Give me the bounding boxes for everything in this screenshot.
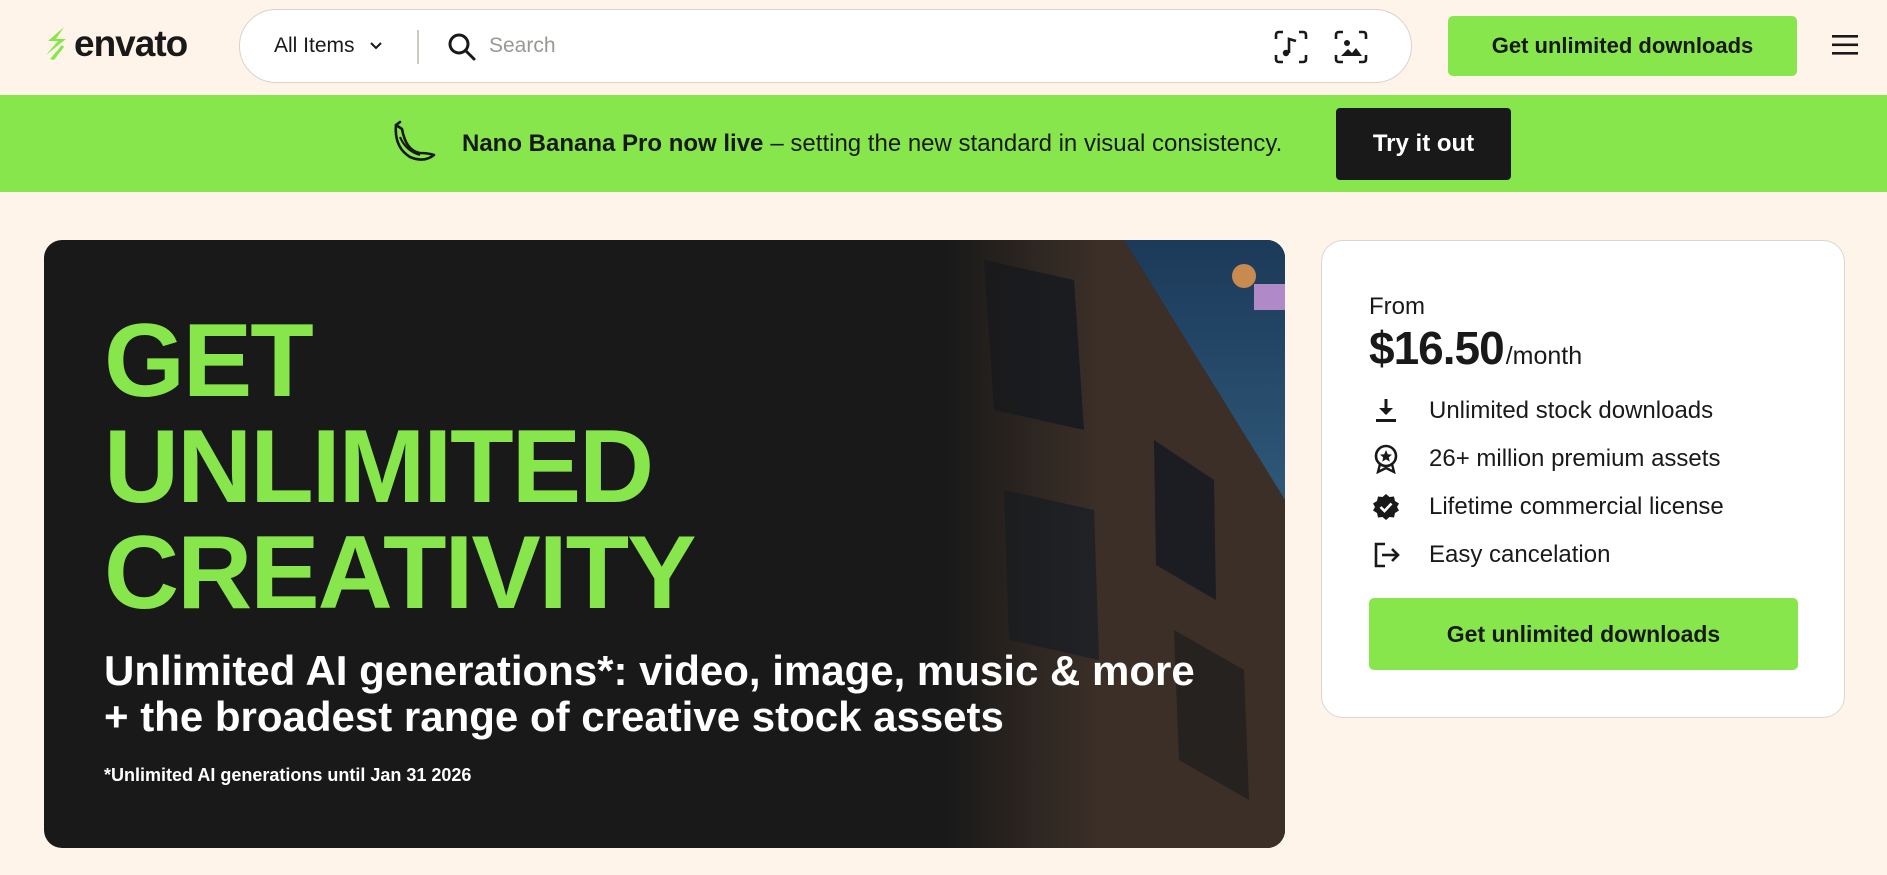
- banner-headline-rest: – setting the new standard in visual con…: [770, 129, 1283, 157]
- feature-label: 26+ million premium assets: [1429, 445, 1721, 472]
- feature-label: Lifetime commercial license: [1429, 493, 1724, 520]
- hero-title-line: UNLIMITED: [104, 409, 654, 525]
- verified-badge-icon: [1369, 490, 1403, 524]
- award-star-icon: [1369, 442, 1403, 476]
- feature-item: 26+ million premium assets: [1369, 435, 1809, 483]
- image-search-icon[interactable]: [1333, 29, 1369, 65]
- search-divider: [417, 30, 419, 64]
- price-from-label: From: [1369, 293, 1425, 320]
- envato-leaf-icon: [46, 27, 66, 60]
- exit-arrow-icon: [1369, 538, 1403, 572]
- feature-list: Unlimited stock downloads 26+ million pr…: [1369, 387, 1809, 579]
- hero-title-line: CREATIVITY: [104, 515, 697, 631]
- hero-title: GET UNLIMITED CREATIVITY: [104, 303, 697, 631]
- envato-logo[interactable]: envato: [42, 23, 188, 64]
- price-line: $16.50 /month: [1369, 321, 1582, 375]
- try-it-out-button[interactable]: Try it out: [1336, 108, 1511, 180]
- hamburger-menu-icon[interactable]: [1830, 30, 1860, 60]
- banner-message: Nano Banana Pro now live – setting the n…: [462, 95, 1282, 192]
- search-input[interactable]: [489, 26, 1189, 66]
- card-get-unlimited-button[interactable]: Get unlimited downloads: [1369, 598, 1798, 670]
- promo-banner: Nano Banana Pro now live – setting the n…: [0, 95, 1887, 192]
- banner-headline-bold: Nano Banana Pro now live: [462, 129, 764, 157]
- audio-search-icon[interactable]: [1273, 29, 1309, 65]
- hero-photo-building: [944, 240, 1285, 848]
- feature-label: Unlimited stock downloads: [1429, 397, 1714, 424]
- hero-footnote: *Unlimited AI generations until Jan 31 2…: [104, 765, 472, 785]
- search-icon: [447, 32, 477, 62]
- price-amount: $16.50: [1369, 322, 1505, 374]
- feature-item: Easy cancelation: [1369, 531, 1809, 579]
- banana-icon: [388, 117, 438, 167]
- hero-panel: GET UNLIMITED CREATIVITY Unlimited AI ge…: [44, 240, 1285, 848]
- header-get-unlimited-button[interactable]: Get unlimited downloads: [1448, 16, 1797, 76]
- feature-item: Lifetime commercial license: [1369, 483, 1809, 531]
- feature-item: Unlimited stock downloads: [1369, 387, 1809, 435]
- category-dropdown[interactable]: All Items: [274, 10, 383, 82]
- hero-subtitle: Unlimited AI generations*: video, image,…: [104, 647, 1195, 740]
- search-bar: All Items: [239, 9, 1412, 83]
- download-icon: [1369, 394, 1403, 428]
- site-header: envato All Items Search Get unlimited do…: [0, 0, 1887, 95]
- chevron-down-icon: [369, 42, 382, 50]
- category-label: All Items: [274, 34, 355, 57]
- hero-title-line: GET: [104, 303, 314, 419]
- pricing-card: From $16.50 /month Unlimited stock downl…: [1321, 240, 1845, 718]
- price-period: /month: [1505, 342, 1583, 370]
- feature-label: Easy cancelation: [1429, 541, 1611, 568]
- logo-text: envato: [74, 23, 188, 64]
